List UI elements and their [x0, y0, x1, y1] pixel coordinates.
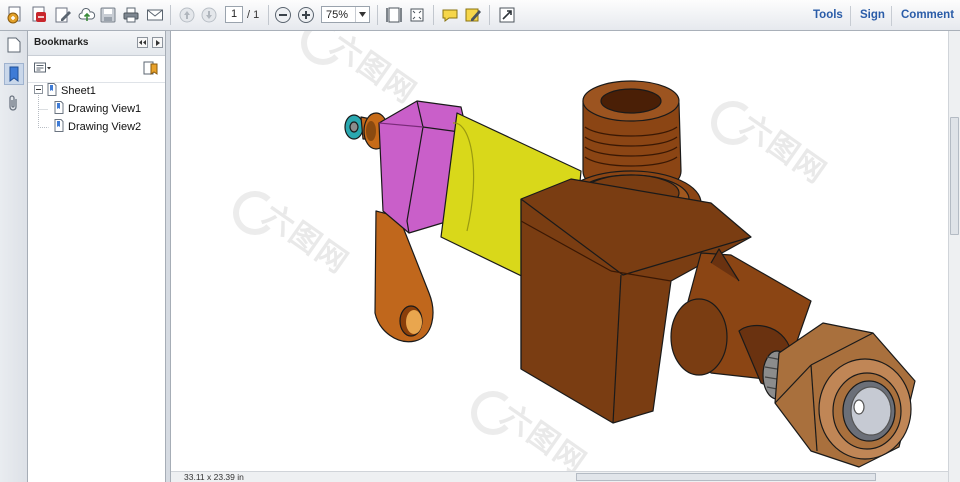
tools-link[interactable]: Tools	[813, 9, 843, 21]
toolbar-separator	[489, 5, 490, 25]
horizontal-scrollbar[interactable]: 33.11 x 23.39 in	[171, 471, 948, 482]
comment-bubble-icon[interactable]	[440, 5, 460, 25]
bookmark-item-drawing-view1[interactable]: Drawing View1	[54, 101, 141, 117]
edit-icon[interactable]	[53, 5, 73, 25]
bookmark-item-drawing-view2[interactable]: Drawing View2	[54, 119, 141, 135]
bookmarks-icon[interactable]	[4, 63, 24, 85]
print-icon[interactable]	[121, 5, 141, 25]
valve-assembly-drawing	[344, 80, 916, 468]
zoom-value: 75%	[326, 9, 349, 21]
panel-title: Bookmarks	[34, 37, 89, 48]
page-total: / 1	[247, 9, 260, 21]
cloud-upload-icon[interactable]	[77, 5, 97, 25]
fit-page-icon[interactable]	[384, 5, 404, 25]
toolbar-separator	[170, 5, 171, 25]
bookmark-label: Drawing View2	[68, 121, 142, 133]
navigation-rail	[0, 31, 28, 482]
sign-link[interactable]: Sign	[860, 9, 885, 21]
next-page-icon[interactable]	[199, 5, 219, 25]
toolbar-separator	[268, 5, 269, 25]
vertical-scroll-thumb[interactable]	[950, 117, 959, 235]
panel-header: Bookmarks	[28, 31, 165, 56]
create-pdf-icon[interactable]	[5, 5, 25, 25]
bookmark-label: Sheet1	[61, 85, 96, 97]
toolbar: 1 / 1 75% Tools Sign Comment	[0, 0, 960, 31]
save-icon[interactable]	[98, 5, 118, 25]
fit-width-icon[interactable]	[407, 5, 427, 25]
bookmark-icon	[54, 101, 64, 117]
highlight-icon[interactable]	[463, 5, 483, 25]
new-bookmark-icon[interactable]	[143, 61, 159, 78]
panel-toolbar	[28, 56, 165, 83]
document-view[interactable]: 六图网 六图网 六图网 六图网	[171, 31, 948, 471]
options-menu-icon[interactable]	[34, 62, 52, 77]
bookmarks-panel: Bookmarks Sheet1 Drawing View1 Drawing V…	[28, 31, 166, 482]
vertical-scrollbar[interactable]	[948, 31, 960, 482]
zoom-in-icon[interactable]	[296, 5, 316, 25]
attachments-icon[interactable]	[4, 93, 24, 115]
toolbar-separator	[433, 5, 434, 25]
chevron-down-icon[interactable]	[355, 7, 369, 22]
toolbar-separator	[377, 5, 378, 25]
collapse-panel-icon[interactable]	[137, 37, 148, 48]
comment-link[interactable]: Comment	[901, 9, 954, 21]
page-size-label: 33.11 x 23.39 in	[184, 472, 244, 482]
chevron-right-icon[interactable]	[152, 37, 163, 48]
pdf-portfolio-icon[interactable]	[29, 5, 49, 25]
zoom-select[interactable]: 75%	[321, 6, 370, 23]
full-screen-icon[interactable]	[497, 5, 517, 25]
page-number-input[interactable]: 1	[225, 6, 243, 23]
page-thumbnails-icon[interactable]	[4, 34, 24, 56]
zoom-out-icon[interactable]	[273, 5, 293, 25]
previous-page-icon[interactable]	[177, 5, 197, 25]
link-separator	[850, 6, 851, 26]
link-separator	[891, 6, 892, 26]
horizontal-scroll-thumb[interactable]	[576, 473, 876, 481]
bookmark-label: Drawing View1	[68, 103, 142, 115]
bookmark-icon	[54, 119, 64, 135]
email-icon[interactable]	[145, 5, 165, 25]
